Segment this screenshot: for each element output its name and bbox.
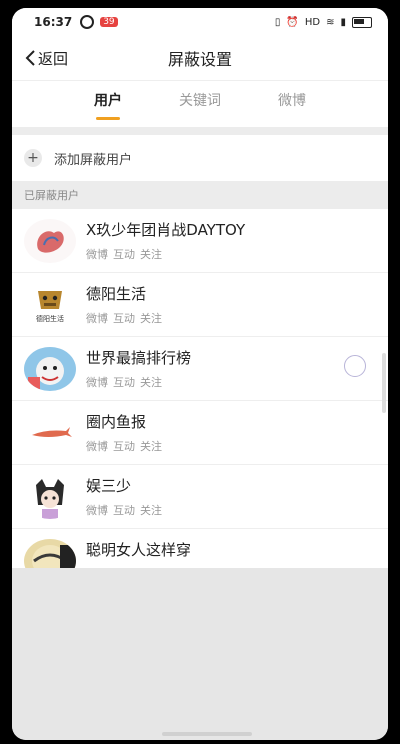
follow-action[interactable]: 关注 xyxy=(140,310,162,326)
user-info: 德阳生活 微博 互动 关注 xyxy=(86,283,162,326)
back-button[interactable]: 返回 xyxy=(12,48,68,69)
status-bar: 16:37 39 ▯ ⏰ HD ≋ ▮ xyxy=(12,8,388,36)
avatar-image xyxy=(24,474,76,519)
user-name: 世界最搞排行榜 xyxy=(86,349,192,367)
interact-action[interactable]: 互动 xyxy=(113,246,135,262)
status-time: 16:37 xyxy=(34,15,73,29)
signal-icon: ▮ xyxy=(340,16,346,28)
follow-action[interactable]: 关注 xyxy=(140,438,162,454)
active-tab-indicator xyxy=(96,117,120,120)
weibo-action[interactable]: 微博 xyxy=(86,374,108,390)
follow-action[interactable]: 关注 xyxy=(140,374,162,390)
blocked-user-list: X玖少年团肖战DAYTOY 微博 互动 关注 德阳生活 德阳生活 微博 互动 关… xyxy=(12,209,388,592)
add-blocked-user-button[interactable]: + 添加屏蔽用户 xyxy=(12,135,388,181)
avatar xyxy=(24,410,76,455)
user-info: 圈内鱼报 微博 互动 关注 xyxy=(86,411,162,454)
notification-icon xyxy=(80,15,95,29)
avatar-image: 德阳生活 xyxy=(24,282,76,327)
tab-users[interactable]: 用户 xyxy=(62,81,154,127)
user-name: X玖少年团肖战DAYTOY xyxy=(86,221,246,239)
section-header: 已屏蔽用户 xyxy=(12,181,388,209)
scrollbar[interactable] xyxy=(382,353,386,413)
user-actions: 微博 互动 关注 xyxy=(86,438,162,454)
user-actions: 微博 互动 关注 xyxy=(86,310,162,326)
interact-action[interactable]: 互动 xyxy=(113,438,135,454)
interact-action[interactable]: 互动 xyxy=(113,502,135,518)
avatar-image xyxy=(24,410,76,455)
list-item[interactable]: 娱三少 微博 互动 关注 xyxy=(12,465,388,529)
tab-users-label: 用户 xyxy=(94,93,122,109)
list-item[interactable]: X玖少年团肖战DAYTOY 微博 互动 关注 xyxy=(12,209,388,273)
tab-weibo-label: 微博 xyxy=(278,93,306,109)
avatar-logo-text: 德阳生活 xyxy=(36,314,64,323)
network-label: HD xyxy=(304,16,321,28)
loading-spinner-icon xyxy=(344,355,366,377)
avatar xyxy=(24,346,76,391)
back-label: 返回 xyxy=(38,49,69,68)
tab-keywords[interactable]: 关键词 xyxy=(154,81,246,127)
weibo-action[interactable]: 微博 xyxy=(86,246,108,262)
weibo-action[interactable]: 微博 xyxy=(86,502,108,518)
wifi-icon: ≋ xyxy=(326,16,335,28)
alarm-icon: ⏰ xyxy=(286,16,299,28)
navigation-bar: 返回 屏蔽设置 xyxy=(12,36,388,81)
list-item[interactable]: 世界最搞排行榜 微博 互动 关注 xyxy=(12,337,388,401)
user-info: 娱三少 微博 互动 关注 xyxy=(86,475,162,518)
avatar xyxy=(24,474,76,519)
user-info: 世界最搞排行榜 微博 互动 关注 xyxy=(86,347,191,390)
user-actions: 微博 互动 关注 xyxy=(86,502,162,518)
tab-bar: 用户 关键词 微博 xyxy=(12,81,388,127)
notification-badge: 39 xyxy=(100,17,118,27)
chevron-left-icon xyxy=(25,50,35,66)
avatar-image xyxy=(24,218,76,263)
avatar xyxy=(24,218,76,263)
user-name: 圈内鱼报 xyxy=(86,413,147,431)
follow-action[interactable]: 关注 xyxy=(140,502,162,518)
status-right: ▯ ⏰ HD ≋ ▮ xyxy=(274,16,372,28)
vibrate-icon: ▯ xyxy=(274,16,281,28)
user-actions: 微博 互动 关注 xyxy=(86,246,245,262)
home-indicator[interactable] xyxy=(162,732,252,736)
user-name: 娱三少 xyxy=(86,477,132,495)
user-info: X玖少年团肖战DAYTOY 微博 互动 关注 xyxy=(86,219,245,262)
weibo-action[interactable]: 微博 xyxy=(86,310,108,326)
interact-action[interactable]: 互动 xyxy=(113,310,135,326)
tab-weibo[interactable]: 微博 xyxy=(246,81,338,127)
page-title: 屏蔽设置 xyxy=(167,50,232,69)
user-name: 聪明女人这样穿 xyxy=(86,541,192,559)
battery-icon xyxy=(352,16,372,28)
list-item[interactable]: 圈内鱼报 微博 互动 关注 xyxy=(12,401,388,465)
user-name: 德阳生活 xyxy=(86,285,147,303)
avatar-image xyxy=(24,346,76,391)
divider xyxy=(12,127,388,135)
tab-keywords-label: 关键词 xyxy=(179,93,221,109)
plus-icon: + xyxy=(24,149,42,167)
add-blocked-user-label: 添加屏蔽用户 xyxy=(54,152,133,168)
empty-area xyxy=(12,568,388,740)
user-actions: 微博 互动 关注 xyxy=(86,374,191,390)
list-item[interactable]: 德阳生活 德阳生活 微博 互动 关注 xyxy=(12,273,388,337)
follow-action[interactable]: 关注 xyxy=(140,246,162,262)
avatar: 德阳生活 xyxy=(24,282,76,327)
interact-action[interactable]: 互动 xyxy=(113,374,135,390)
phone-screen: 16:37 39 ▯ ⏰ HD ≋ ▮ 返回 屏蔽设置 用户 关键词 微博 + … xyxy=(12,8,388,740)
weibo-action[interactable]: 微博 xyxy=(86,438,108,454)
